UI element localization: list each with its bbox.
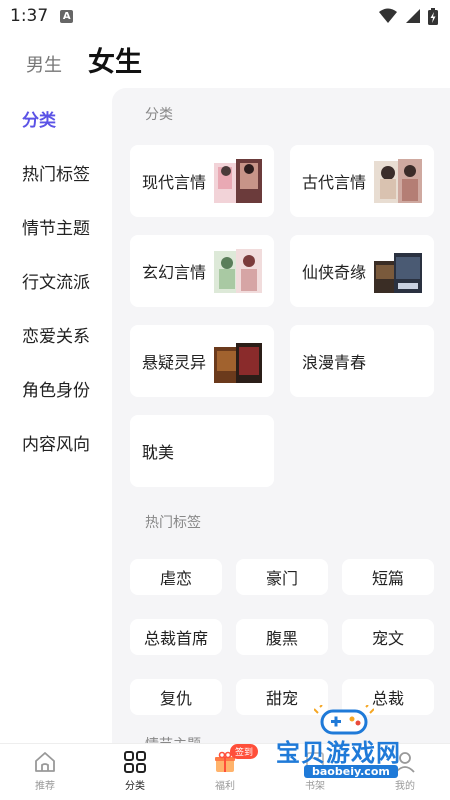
tag-pill[interactable]: 虐恋 bbox=[130, 559, 222, 595]
grid-icon bbox=[124, 751, 146, 773]
section-title-category: 分类 bbox=[145, 107, 173, 123]
status-time: 1:37 bbox=[10, 6, 49, 26]
category-label: 现代言情 bbox=[142, 173, 207, 192]
sign-in-badge: 签到 bbox=[230, 744, 259, 759]
nav-label: 分类 bbox=[125, 781, 145, 792]
category-content: 分类 现代言情 古代言情 玄幻言情 仙侠奇缘 悬疑灵异 浪漫青春 耽美 热门标签… bbox=[112, 88, 450, 743]
nav-item-welfare[interactable]: 签到 福利 bbox=[190, 744, 260, 792]
gender-tabs: 男生 女生 bbox=[26, 40, 142, 79]
signal-icon bbox=[406, 9, 420, 23]
watermark-text: 宝贝游戏网 bbox=[276, 739, 401, 767]
category-label: 悬疑灵异 bbox=[142, 353, 207, 372]
category-label: 玄幻言情 bbox=[142, 263, 207, 282]
tag-pill[interactable]: 豪门 bbox=[236, 559, 328, 595]
tag-pill[interactable]: 总裁首席 bbox=[130, 619, 222, 655]
nav-label: 福利 bbox=[215, 781, 235, 792]
book-cover-image bbox=[214, 159, 262, 203]
category-label: 耽美 bbox=[142, 443, 175, 462]
category-card-ancient-romance[interactable]: 古代言情 bbox=[290, 145, 434, 217]
watermark-url: baobeiy.com bbox=[304, 765, 398, 778]
sidebar-item-relationship[interactable]: 恋爱关系 bbox=[22, 322, 90, 347]
status-bar: 1:37 A bbox=[0, 0, 450, 32]
sidebar-item-content-trend[interactable]: 内容风向 bbox=[22, 430, 90, 455]
wifi-icon bbox=[379, 8, 397, 23]
nav-item-recommend[interactable]: 推荐 bbox=[10, 750, 80, 792]
notification-icon: A bbox=[60, 9, 74, 23]
section-title-plot-theme-partial: 情节主题 bbox=[145, 734, 201, 743]
battery-icon bbox=[428, 7, 438, 25]
home-icon bbox=[35, 752, 55, 772]
nav-label: 推荐 bbox=[35, 781, 55, 792]
tab-female[interactable]: 女生 bbox=[88, 40, 142, 79]
book-cover-image bbox=[214, 343, 262, 383]
section-title-hot-tags: 热门标签 bbox=[145, 515, 201, 531]
tag-pill[interactable]: 短篇 bbox=[342, 559, 434, 595]
category-card-xianxia-romance[interactable]: 仙侠奇缘 bbox=[290, 235, 434, 307]
book-cover-image bbox=[374, 253, 422, 293]
category-card-danmei[interactable]: 耽美 bbox=[130, 415, 274, 487]
tag-pill[interactable]: 复仇 bbox=[130, 679, 222, 715]
sidebar-item-role-identity[interactable]: 角色身份 bbox=[22, 376, 90, 401]
category-card-fantasy-romance[interactable]: 玄幻言情 bbox=[130, 235, 274, 307]
nav-item-category[interactable]: 分类 bbox=[100, 750, 170, 792]
tag-pill[interactable]: 腹黑 bbox=[236, 619, 328, 655]
book-cover-image bbox=[214, 249, 262, 293]
sidebar-item-category[interactable]: 分类 bbox=[22, 106, 56, 131]
category-label: 仙侠奇缘 bbox=[302, 263, 367, 282]
category-card-modern-romance[interactable]: 现代言情 bbox=[130, 145, 274, 217]
tab-male[interactable]: 男生 bbox=[26, 51, 62, 77]
category-card-romantic-youth[interactable]: 浪漫青春 bbox=[290, 325, 434, 397]
sidebar-item-hot-tags[interactable]: 热门标签 bbox=[22, 160, 90, 185]
sidebar-item-plot-theme[interactable]: 情节主题 bbox=[22, 214, 90, 239]
category-label: 古代言情 bbox=[302, 173, 367, 192]
sidebar-item-writing-style[interactable]: 行文流派 bbox=[22, 268, 90, 293]
site-watermark: 宝贝游戏网 baobeiy.com bbox=[270, 705, 448, 787]
category-card-mystery-supernatural[interactable]: 悬疑灵异 bbox=[130, 325, 274, 397]
book-cover-image bbox=[374, 159, 422, 203]
category-sidebar: 分类 热门标签 情节主题 行文流派 恋爱关系 角色身份 内容风向 bbox=[0, 88, 112, 743]
tag-pill[interactable]: 宠文 bbox=[342, 619, 434, 655]
category-label: 浪漫青春 bbox=[302, 353, 367, 372]
